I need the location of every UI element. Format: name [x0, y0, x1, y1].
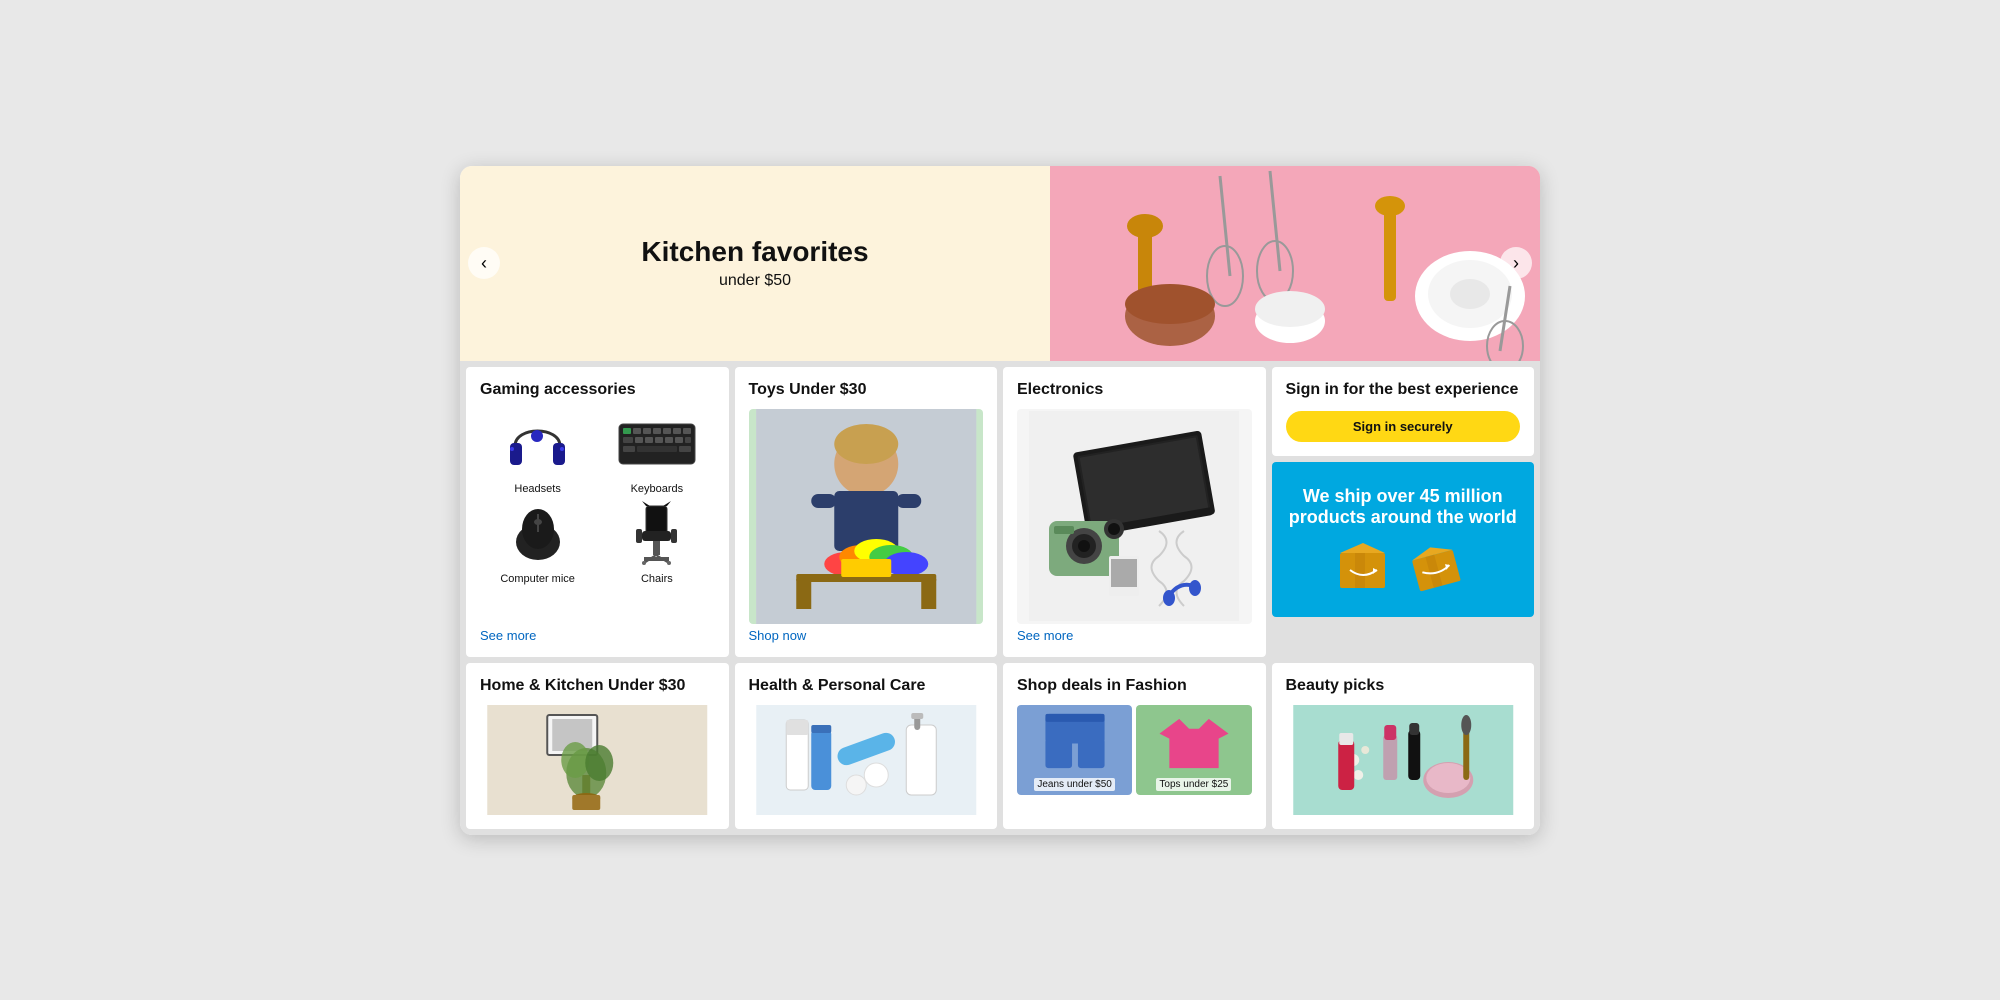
beauty-picks-card: Beauty picks [1272, 663, 1535, 829]
gaming-accessories-card: Gaming accessories [466, 367, 729, 657]
browser-window: ‹ Kitchen favorites under $50 [460, 166, 1540, 835]
keyboard-item[interactable]: Keyboards [599, 409, 714, 495]
fashion-card-title: Shop deals in Fashion [1017, 677, 1252, 695]
hero-text-area: Kitchen favorites under $50 [460, 216, 1050, 310]
mouse-item[interactable]: Computer mice [480, 499, 595, 585]
electronics-card: Electronics [1003, 367, 1266, 657]
home-kitchen-svg [480, 705, 715, 815]
toys-svg [749, 409, 984, 624]
signin-button[interactable]: Sign in securely [1286, 411, 1521, 442]
home-kitchen-title: Home & Kitchen Under $30 [480, 677, 715, 695]
toys-shop-now-link[interactable]: Shop now [749, 628, 807, 643]
right-column: Sign in for the best experience Sign in … [1272, 367, 1535, 657]
shipping-card: We ship over 45 million products around … [1272, 462, 1535, 617]
fashion-tops-item[interactable]: Tops under $25 [1136, 705, 1251, 795]
shipping-text: We ship over 45 million products around … [1286, 486, 1521, 528]
main-grid: Gaming accessories [460, 361, 1540, 835]
keyboard-image [617, 409, 697, 479]
headset-image [498, 409, 578, 479]
mouse-image [498, 499, 578, 569]
chair-image [617, 499, 697, 569]
toys-card-title: Toys Under $30 [749, 381, 984, 399]
electronics-image[interactable] [1017, 409, 1252, 624]
jeans-icon [1035, 709, 1115, 778]
tops-icon [1154, 709, 1234, 778]
chair-item[interactable]: Chairs [599, 499, 714, 585]
headset-icon [500, 411, 575, 476]
toys-image[interactable] [749, 409, 984, 624]
hero-banner: ‹ Kitchen favorites under $50 [460, 166, 1540, 361]
fashion-card: Shop deals in Fashion Jeans under $50 [1003, 663, 1266, 829]
signin-card: Sign in for the best experience Sign in … [1272, 367, 1535, 456]
signin-title: Sign in for the best experience [1286, 381, 1521, 399]
mouse-label: Computer mice [500, 573, 575, 585]
headset-item[interactable]: Headsets [480, 409, 595, 495]
beauty-picks-image[interactable] [1286, 705, 1521, 815]
hero-title: Kitchen favorites [500, 236, 1010, 268]
fashion-jeans-item[interactable]: Jeans under $50 [1017, 705, 1132, 795]
chair-label: Chairs [641, 573, 673, 585]
mouse-icon [508, 504, 568, 564]
gaming-card-title: Gaming accessories [480, 381, 715, 399]
home-kitchen-image[interactable] [480, 705, 715, 815]
electronics-svg [1029, 411, 1239, 621]
box2-icon [1406, 538, 1471, 593]
electronics-card-title: Electronics [1017, 381, 1252, 399]
beauty-picks-title: Beauty picks [1286, 677, 1521, 695]
box1-icon [1335, 538, 1400, 593]
hero-next-button[interactable]: › [1500, 247, 1532, 279]
tops-label: Tops under $25 [1156, 778, 1231, 791]
hero-kitchen-svg [1050, 166, 1540, 361]
jeans-label: Jeans under $50 [1034, 778, 1115, 791]
health-care-image[interactable] [749, 705, 984, 815]
gaming-items-grid: Headsets [480, 409, 715, 585]
health-svg [749, 705, 984, 815]
headset-label: Headsets [514, 483, 560, 495]
electronics-see-more-link[interactable]: See more [1017, 628, 1073, 643]
keyboard-label: Keyboards [631, 483, 684, 495]
toys-card: Toys Under $30 [735, 367, 998, 657]
fashion-grid: Jeans under $50 Tops under $25 [1017, 705, 1252, 795]
health-care-title: Health & Personal Care [749, 677, 984, 695]
beauty-svg [1286, 705, 1521, 815]
gaming-see-more-link[interactable]: See more [480, 628, 536, 643]
hero-subtitle: under $50 [500, 272, 1010, 290]
chair-icon [624, 501, 689, 566]
hero-image [1050, 166, 1540, 361]
hero-prev-button[interactable]: ‹ [468, 247, 500, 279]
keyboard-icon [617, 416, 697, 471]
home-kitchen-card: Home & Kitchen Under $30 [466, 663, 729, 829]
shipping-boxes [1335, 538, 1471, 593]
health-care-card: Health & Personal Care [735, 663, 998, 829]
